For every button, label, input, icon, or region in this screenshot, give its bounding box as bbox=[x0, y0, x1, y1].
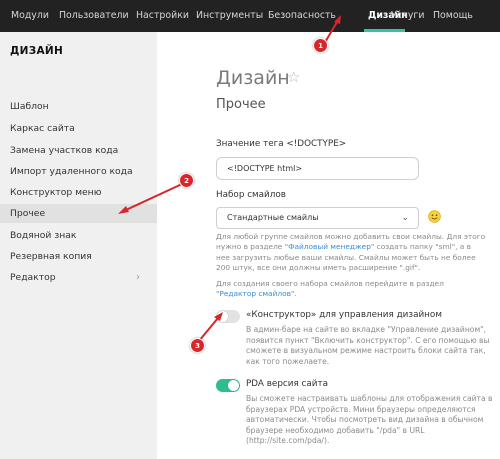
sidebar-item-site-frame[interactable]: Каркас сайта bbox=[0, 119, 157, 138]
annotation-marker-2: 2 bbox=[179, 173, 194, 188]
sidebar-item-label: Редактор bbox=[10, 272, 56, 283]
section-title: Прочее bbox=[216, 97, 266, 112]
smiles-label: Набор смайлов bbox=[216, 190, 286, 200]
nav-settings[interactable]: Настройки bbox=[136, 0, 189, 32]
sidebar-title: ДИЗАЙН bbox=[10, 45, 64, 57]
nav-security[interactable]: Безопасность bbox=[268, 0, 336, 32]
annotation-marker-1: 1 bbox=[313, 38, 328, 53]
doctype-input[interactable]: <!DOCTYPE html> bbox=[216, 157, 419, 180]
nav-help[interactable]: Помощь bbox=[433, 0, 473, 32]
constructor-label: «Конструктор» для управления дизайном bbox=[246, 310, 442, 320]
constructor-description: В админ-баре на сайте во вкладке "Управл… bbox=[246, 325, 490, 366]
page-title: Дизайн bbox=[216, 67, 290, 89]
toggle-knob bbox=[217, 311, 228, 322]
nav-users[interactable]: Пользователи bbox=[59, 0, 129, 32]
smiles-help-text: Для любой группе смайлов можно добавить … bbox=[216, 232, 486, 273]
annotation-arrow-3 bbox=[198, 317, 219, 342]
sidebar-item-remote-import[interactable]: Импорт удаленного кода bbox=[0, 162, 157, 181]
chevron-right-icon: › bbox=[136, 272, 140, 283]
file-manager-link[interactable]: Файловый менеджер bbox=[288, 242, 371, 251]
smiles-select[interactable]: Стандартные смайлы ⌄ bbox=[216, 207, 419, 229]
pda-label: PDA версия сайта bbox=[246, 379, 329, 389]
constructor-toggle[interactable] bbox=[216, 310, 240, 323]
star-icon[interactable]: ☆ bbox=[287, 68, 300, 86]
annotation-marker-3: 3 bbox=[190, 338, 205, 353]
pda-description: Вы сможете настраивать шаблоны для отобр… bbox=[246, 394, 493, 446]
pda-toggle[interactable] bbox=[216, 379, 240, 392]
smiles-editor-link[interactable]: Редактор смайлов bbox=[219, 289, 291, 298]
top-navigation: Модули Пользователи Настройки Инструмент… bbox=[0, 0, 500, 32]
active-tab-underline bbox=[364, 29, 405, 32]
sidebar-item-template[interactable]: Шаблон bbox=[0, 97, 157, 116]
sidebar-item-editor[interactable]: Редактор › bbox=[0, 268, 157, 287]
nav-tools[interactable]: Инструменты bbox=[196, 0, 263, 32]
sidebar-item-backup[interactable]: Резервная копия bbox=[0, 247, 157, 266]
chevron-down-icon: ⌄ bbox=[401, 213, 409, 223]
sidebar-item-watermark[interactable]: Водяной знак bbox=[0, 226, 157, 245]
smiles-editor-help: Для создания своего набора смайлов перей… bbox=[216, 279, 444, 299]
sidebar-item-other[interactable]: Прочее bbox=[0, 204, 157, 223]
doctype-label: Значение тега <!DOCTYPE> bbox=[216, 139, 347, 149]
smiley-icon bbox=[428, 210, 441, 223]
sidebar-item-code-replace[interactable]: Замена участков кода bbox=[0, 141, 157, 160]
nav-modules[interactable]: Модули bbox=[11, 0, 49, 32]
toggle-knob bbox=[228, 380, 239, 391]
nav-services[interactable]: Услуги bbox=[391, 0, 424, 32]
sidebar-item-menu-builder[interactable]: Конструктор меню bbox=[0, 183, 157, 202]
smiles-select-value: Стандартные смайлы bbox=[227, 213, 319, 222]
